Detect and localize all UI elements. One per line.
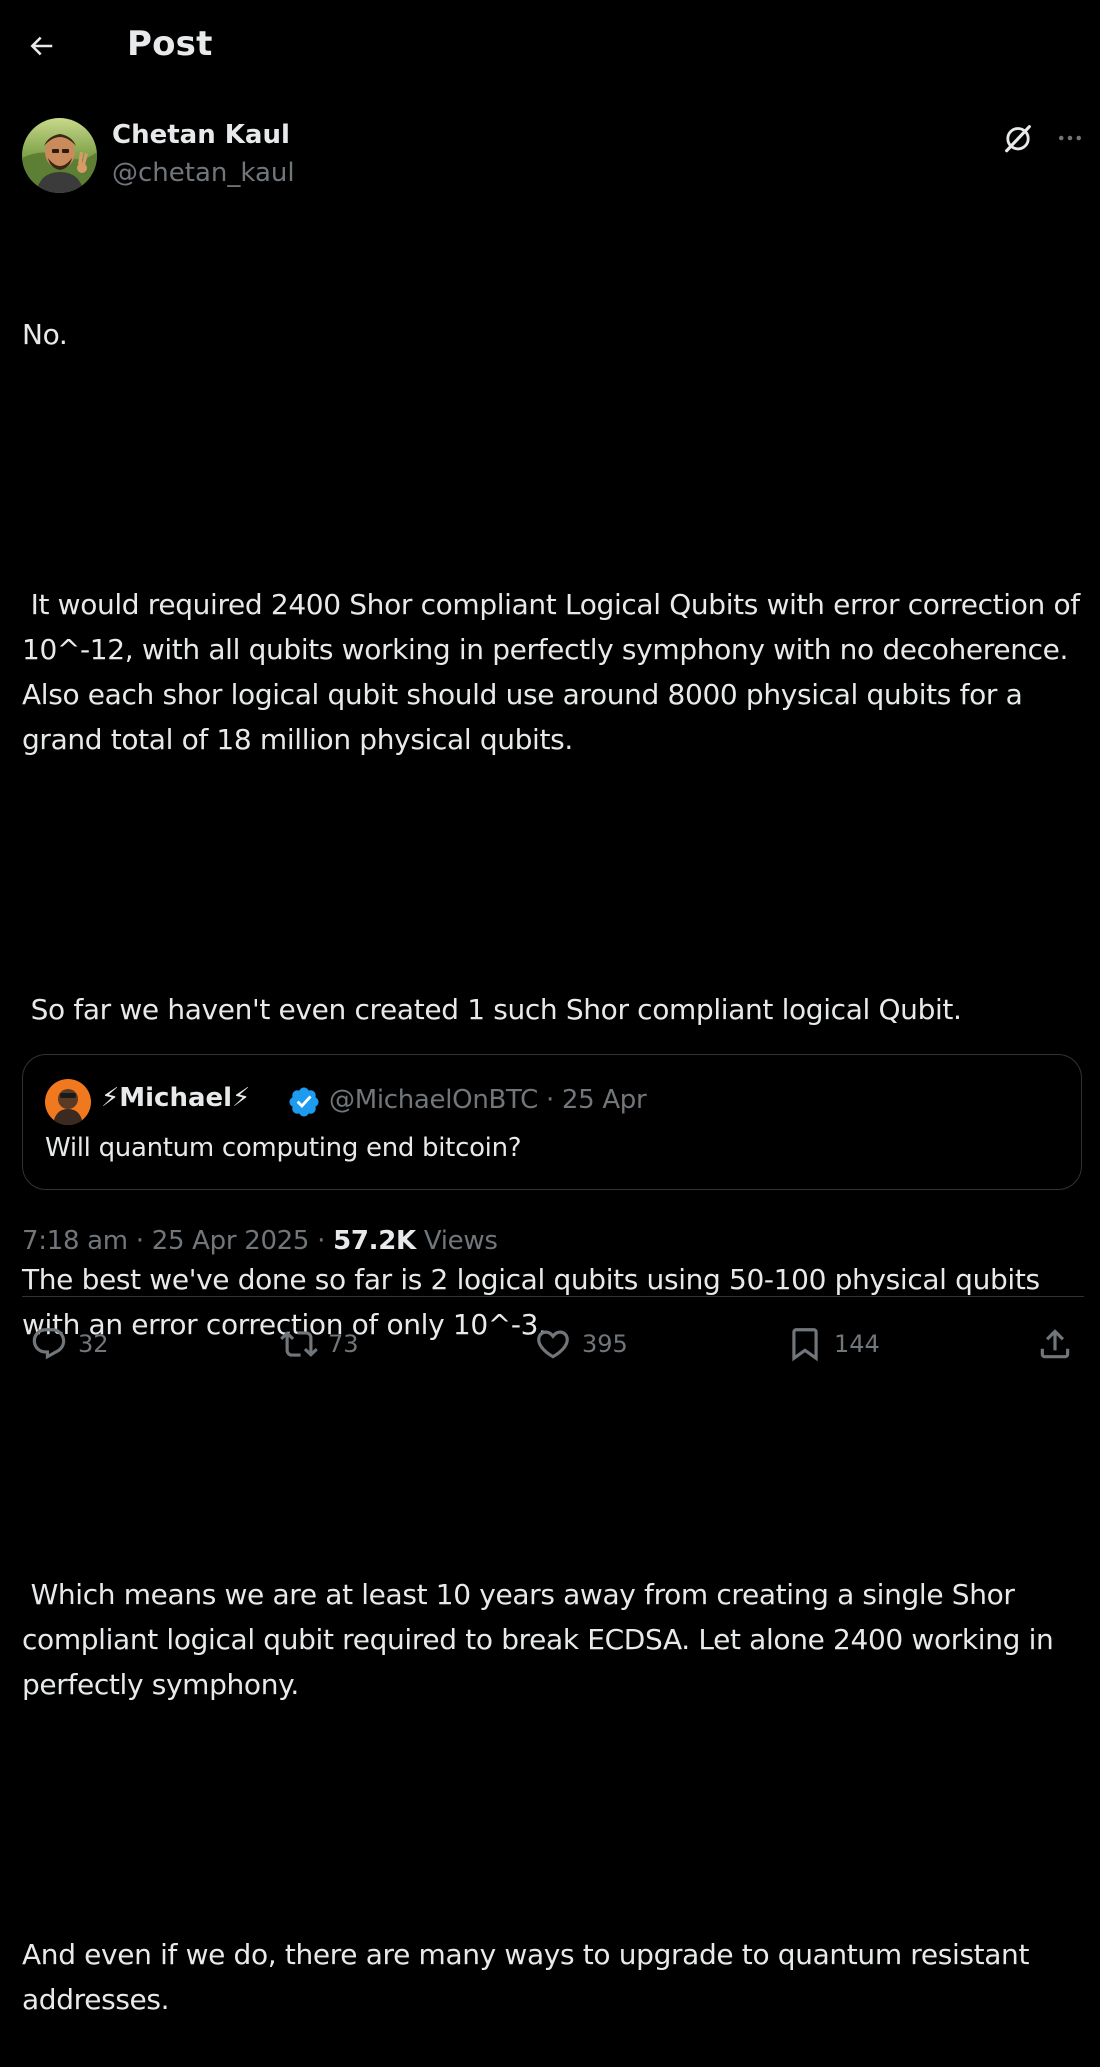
back-button[interactable] — [22, 26, 60, 66]
author-name[interactable]: Chetan Kaul — [112, 120, 290, 150]
reply-icon — [32, 1328, 66, 1360]
like-count: 395 — [582, 1330, 628, 1358]
author-handle[interactable]: @chetan_kaul — [112, 158, 295, 188]
post-meta: 7:18 am · 25 Apr 2025 · 57.2K Views — [22, 1226, 498, 1256]
post-timestamp[interactable]: 7:18 am · 25 Apr 2025 · — [22, 1226, 333, 1256]
post-paragraph: It would required 2400 Shor compliant Lo… — [22, 588, 1089, 756]
repost-count: 73 — [328, 1330, 359, 1358]
verified-badge-icon — [289, 1087, 319, 1117]
quote-author-handle-date[interactable]: @MichaelOnBTC · 25 Apr — [329, 1085, 647, 1115]
heart-icon — [537, 1330, 569, 1359]
action-bar: 32 73 395 144 — [0, 1316, 1100, 1376]
like-button[interactable]: 395 — [534, 1316, 628, 1372]
grok-button[interactable] — [998, 118, 1038, 158]
reply-count: 32 — [78, 1330, 109, 1358]
author-row: Chetan Kaul @chetan_kaul — [22, 118, 1082, 196]
bookmark-count: 144 — [834, 1330, 880, 1358]
repost-icon — [280, 1331, 318, 1357]
divider — [22, 1296, 1084, 1297]
page-title: Post — [127, 24, 213, 64]
share-icon — [1040, 1329, 1070, 1359]
post-paragraph: So far we haven't even created 1 such Sh… — [22, 993, 962, 1026]
avatar[interactable] — [22, 118, 97, 193]
top-bar: Post — [0, 0, 1100, 92]
more-horizontal-icon — [1059, 135, 1081, 141]
bookmark-button[interactable]: 144 — [786, 1316, 880, 1372]
quote-avatar[interactable] — [45, 1079, 91, 1125]
post-paragraph: No. — [22, 318, 68, 351]
quote-avatar-image — [45, 1079, 91, 1125]
back-arrow-icon — [30, 36, 53, 56]
post-paragraph: And even if we do, there are many ways t… — [22, 1938, 1038, 2016]
bookmark-icon — [792, 1328, 818, 1362]
avatar-image — [22, 118, 97, 193]
more-options-button[interactable] — [1050, 118, 1090, 158]
grok-icon — [1005, 125, 1031, 153]
quoted-post[interactable]: ⚡Michael⚡ @MichaelOnBTC · 25 Apr Will qu… — [22, 1054, 1082, 1190]
reply-button[interactable]: 32 — [30, 1316, 109, 1372]
repost-button[interactable]: 73 — [280, 1316, 359, 1372]
share-button[interactable] — [1036, 1316, 1074, 1372]
quote-author-name[interactable]: ⚡Michael⚡ — [101, 1083, 250, 1113]
post-paragraph: Which means we are at least 10 years awa… — [22, 1578, 1062, 1701]
quote-text: Will quantum computing end bitcoin? — [45, 1133, 522, 1163]
views-count: 57.2K — [333, 1226, 416, 1256]
views-label: Views — [415, 1226, 498, 1256]
